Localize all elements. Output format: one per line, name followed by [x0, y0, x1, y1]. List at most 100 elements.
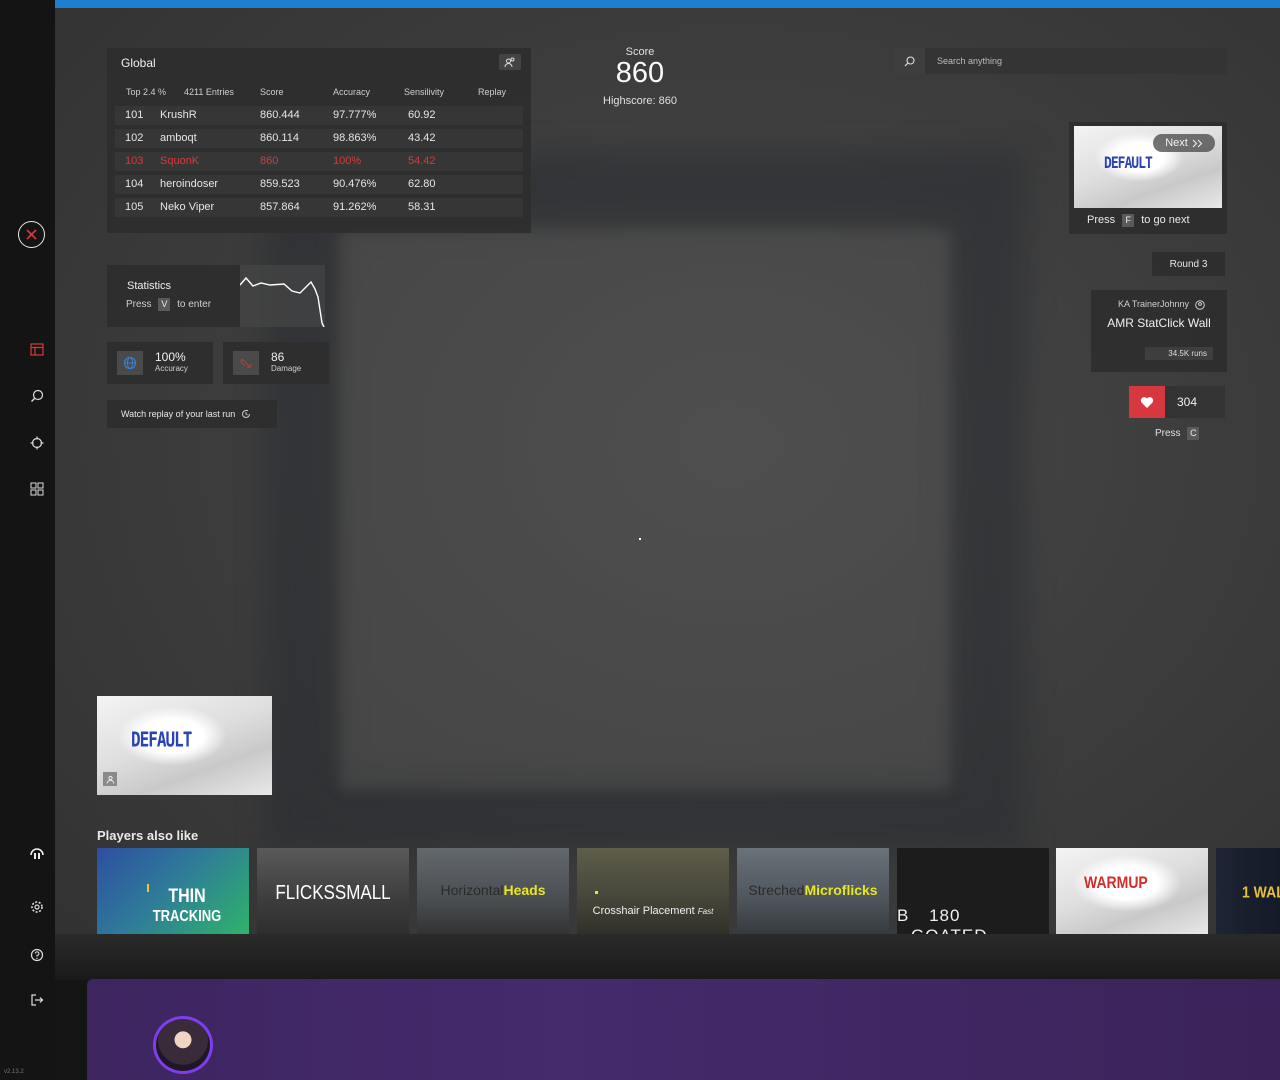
profile-banner	[87, 979, 1280, 1080]
accuracy-value: 100%	[155, 350, 186, 364]
card-title-c: GOATED	[911, 926, 988, 934]
leaderboard-row[interactable]: 102 amboqt 860.114 98.863% 43.42	[115, 129, 523, 148]
row-player: SquonK	[160, 155, 200, 167]
leaderboard-row[interactable]: 101 KrushR 860.444 97.777% 60.92	[115, 106, 523, 125]
logout-icon[interactable]	[18, 981, 56, 1019]
row-rank: 104	[125, 178, 144, 190]
row-accuracy: 100%	[333, 155, 362, 167]
avatar[interactable]	[153, 1016, 213, 1074]
row-accuracy: 90.476%	[333, 178, 377, 190]
row-sens: 58.31	[408, 201, 436, 213]
card-title-a: Crosshair Placement	[592, 905, 695, 917]
map-card-b180-goated[interactable]: B 180 GOATED	[897, 848, 1049, 934]
search-bar	[893, 48, 1227, 74]
leaderboard-title: Global	[121, 56, 156, 70]
search-input[interactable]	[937, 53, 1207, 69]
row-rank: 105	[125, 201, 144, 213]
statistics-key: V	[158, 298, 171, 311]
next-map-card[interactable]: DEFAULT Next Press F to go next	[1069, 122, 1227, 234]
next-button[interactable]: Next	[1153, 134, 1215, 152]
next-button-label: Next	[1165, 137, 1188, 149]
score-value: 860	[615, 57, 665, 89]
card-title-b: Heads	[503, 882, 546, 898]
statistics-panel[interactable]: Statistics Press V to enter	[107, 265, 240, 327]
round-badge: Round 3	[1152, 252, 1225, 276]
statistics-graph	[239, 265, 325, 328]
map-card-crosshair-placement[interactable]: Crosshair Placement Fast	[577, 848, 729, 934]
double-chevron-right-icon	[1192, 139, 1203, 147]
like-button[interactable]	[1129, 386, 1165, 418]
current-map-thumbnail[interactable]: DEFAULT	[97, 696, 272, 795]
accuracy-label: Accuracy	[155, 364, 188, 373]
leaderboard-row-self[interactable]: 103 SquonK 860 100% 54.42	[115, 152, 523, 171]
next-hint-press: Press	[1087, 214, 1116, 226]
row-rank: 102	[125, 132, 144, 144]
row-player: KrushR	[160, 109, 197, 121]
row-score: 860.114	[260, 132, 299, 144]
author-profile-icon	[1194, 299, 1205, 310]
card-title-a: Streched	[748, 882, 805, 898]
layout-icon[interactable]	[18, 330, 56, 368]
map-author[interactable]: KA TrainerJohnny	[1118, 299, 1205, 310]
card-title: FLICKSSMALL	[275, 882, 391, 904]
damage-stat: 86 Damage	[223, 342, 329, 384]
map-card-streched-microflicks[interactable]: StrechedMicroflicks	[737, 848, 889, 934]
row-rank: 101	[125, 109, 144, 121]
map-author-name: KA TrainerJohnny	[1118, 299, 1190, 309]
card-title: StrechedMicroflicks	[737, 882, 889, 898]
players-also-like-title: Players also like	[97, 828, 199, 843]
next-key: F	[1122, 214, 1135, 227]
map-card-warmup[interactable]: WARMUP	[1056, 848, 1208, 934]
leaderboard-row[interactable]: 105 Neko Viper 857.864 91.262% 58.31	[115, 198, 523, 217]
col-accuracy: Accuracy	[333, 87, 371, 97]
leaderboard-row[interactable]: 104 heroindoser 859.523 90.476% 62.80	[115, 175, 523, 194]
map-card-1-wall[interactable]: 1 WALL	[1216, 848, 1280, 934]
crosshair-icon[interactable]	[18, 424, 56, 462]
row-player: heroindoser	[160, 178, 219, 190]
friends-icon[interactable]	[499, 54, 521, 70]
like-hint: Press C	[1155, 427, 1203, 440]
col-replay: Replay	[478, 87, 507, 97]
help-icon[interactable]	[18, 936, 56, 974]
next-map-thumb-label: DEFAULT	[1104, 154, 1153, 173]
close-icon[interactable]	[18, 221, 45, 248]
bottom-strip	[55, 934, 1280, 980]
grid-icon[interactable]	[18, 470, 56, 508]
gear-icon[interactable]	[18, 888, 56, 926]
target-wall	[340, 230, 950, 790]
damage-icon	[233, 351, 259, 375]
watch-replay-button[interactable]: Watch replay of your last run	[107, 400, 277, 428]
card-title: Crosshair Placement Fast	[577, 905, 729, 917]
map-card-thin-tracking[interactable]: THIN TRACKING	[97, 848, 249, 934]
row-sens: 54.42	[408, 155, 436, 167]
card-title-b: Fast	[697, 907, 714, 916]
map-name: AMR StatClick Wall	[1107, 316, 1211, 330]
card-title-a: Horizontal	[440, 882, 504, 898]
card-title: HorizontalHeads	[417, 882, 569, 898]
replay-search-icon[interactable]	[18, 377, 56, 415]
top-accent-bar	[55, 0, 1280, 8]
like-count: 304	[1165, 386, 1225, 418]
card-title: 1 WALL	[1242, 882, 1280, 902]
watch-replay-label: Watch replay of your last run	[121, 409, 236, 419]
search-icon[interactable]	[893, 48, 925, 74]
card-line1: THIN	[168, 886, 206, 907]
leaderboard-panel: Global Top 2.4 % 4211 Entries Score Accu…	[107, 48, 531, 233]
map-card-flickssmall[interactable]: FLICKSSMALL	[257, 848, 409, 934]
map-card-horizontal-heads[interactable]: HorizontalHeads	[417, 848, 569, 934]
map-info-panel: KA TrainerJohnny AMR StatClick Wall 34.5…	[1091, 290, 1227, 372]
card-title: WARMUP	[1084, 872, 1148, 892]
row-accuracy: 91.262%	[333, 201, 377, 213]
user-icon[interactable]	[103, 772, 117, 786]
row-sens: 62.80	[408, 178, 436, 190]
map-runs: 34.5K runs	[1145, 347, 1213, 360]
version-label: v2.13.2	[4, 1069, 24, 1075]
card-title-a: B	[897, 906, 910, 925]
accuracy-stat: 100% Accuracy	[107, 342, 213, 384]
damage-value: 86	[271, 350, 285, 364]
card-title-b: Microflicks	[804, 882, 878, 898]
headset-icon[interactable]	[18, 834, 56, 872]
top-percent: Top 2.4 %	[126, 87, 167, 97]
row-score: 859.523	[260, 178, 300, 190]
card-title-b: 180	[929, 906, 961, 925]
